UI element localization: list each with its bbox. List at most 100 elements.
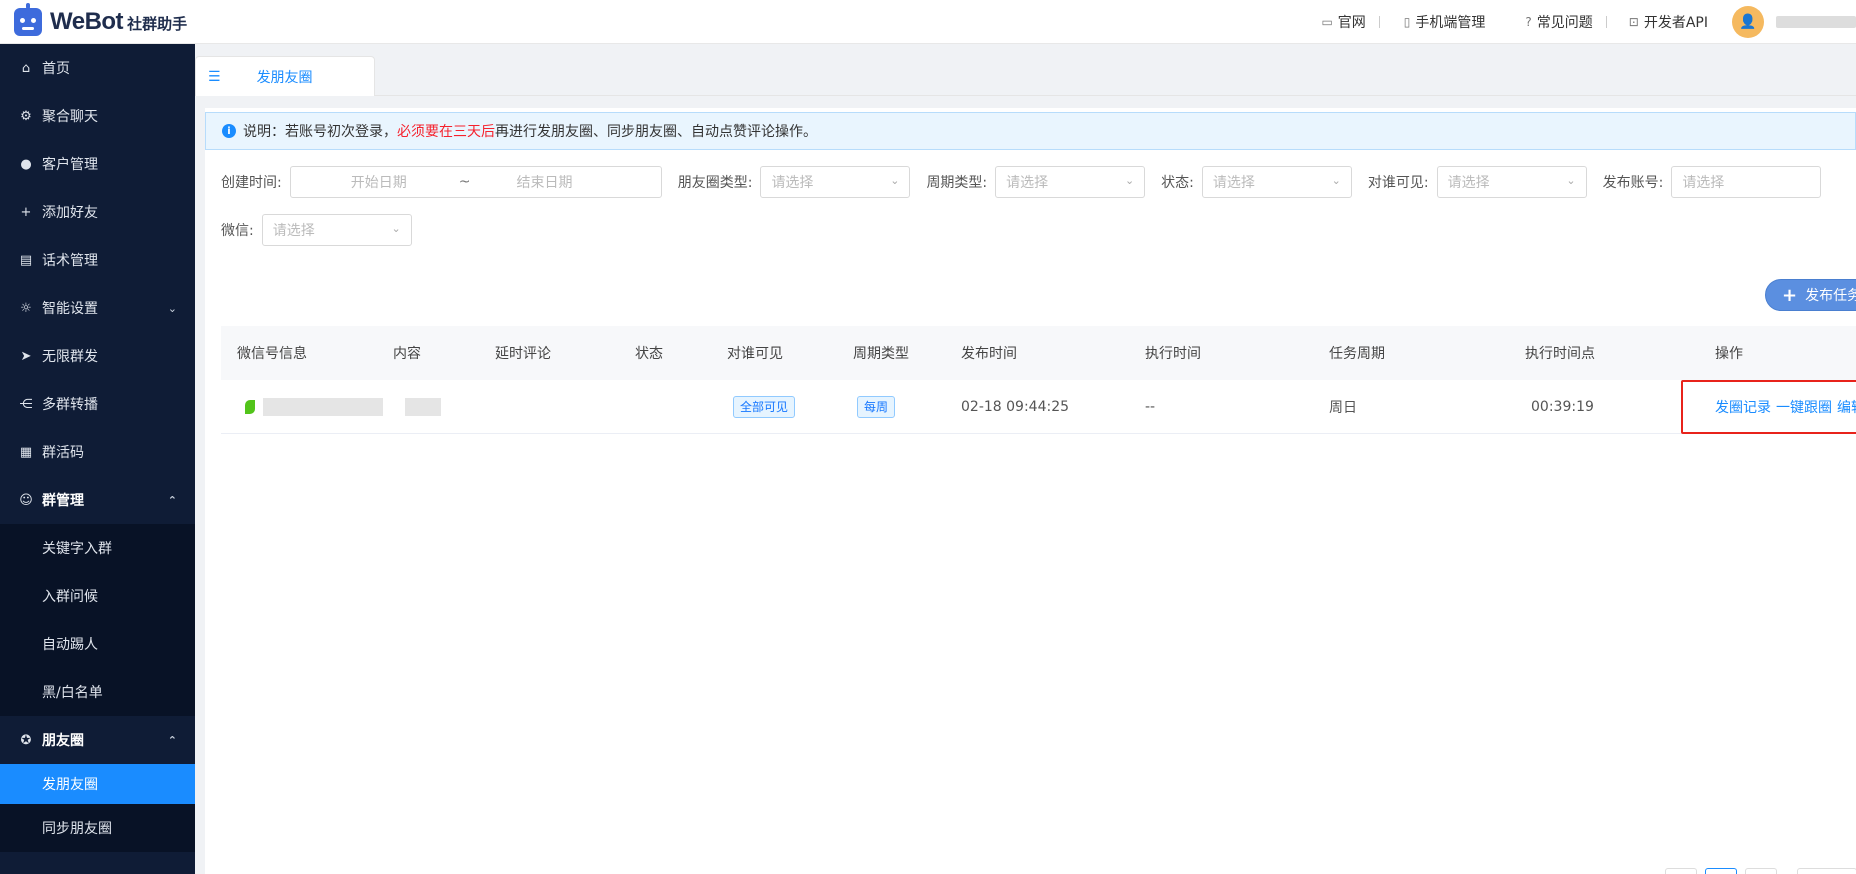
sidebar-item-label: 多群转播 [42,397,98,413]
sidebar-item-group-qrcode[interactable]: ▦ 群活码 [0,428,195,476]
user-avatar[interactable]: 👤 [1732,6,1764,38]
chevron-down-icon: ⌄ [391,222,401,235]
moments-task-table: 微信号信息 内容 延时评论 状态 对谁可见 周期类型 发布时间 执行时间 任务周… [221,326,1856,434]
range-separator: ~ [458,174,471,190]
pagination-prev-button[interactable] [1665,868,1697,874]
sidebar-subitem-sync-moments[interactable]: 同步朋友圈 [0,804,195,852]
end-date-input[interactable]: 结束日期 [516,172,572,192]
cycle-type-select[interactable]: 请选择 ⌄ [995,166,1146,198]
sidebar-subitem-blacklist[interactable]: 黑/白名单 [0,668,195,716]
help-icon: ? [1525,15,1532,29]
sidebar-item-label: 话术管理 [42,253,98,269]
publish-account-input[interactable]: 请选择 [1671,166,1822,198]
broadcast-icon: ⋲ [19,396,33,412]
moment-records-link[interactable]: 发圈记录 [1715,397,1771,417]
link-faq[interactable]: ? 常见问题 [1499,12,1608,32]
visible-to-select[interactable]: 请选择 ⌄ [1436,166,1587,198]
task-cycle-cell: 周日 [1329,399,1357,416]
sidebar-subitem-join-greeting[interactable]: 入群问候 [0,572,195,620]
chevron-down-icon: ⌄ [1124,174,1135,187]
sidebar-item-home[interactable]: ⌂ 首页 [0,44,195,92]
sidebar-item-smart-settings[interactable]: ☼ 智能设置 ⌄ [0,284,195,332]
sidebar-item-label: 首页 [42,61,70,77]
pagination-size-select[interactable] [1797,868,1856,874]
col-actions: 操作 [1715,346,1743,362]
moments-icon: ✪ [20,732,32,748]
home-icon: ⌂ [21,60,31,76]
status-select[interactable]: 请选择 ⌄ [1201,166,1352,198]
main-panel: i 说明：若账号初次登录， 必须要在三天后 再进行发朋友圈、同步朋友圈、自动点赞评论… [205,108,1856,874]
logo-subtitle: 社群助手 [127,15,188,33]
submenu-moments: 发朋友圈 同步朋友圈 [0,764,195,852]
sidebar-item-multi-broadcast[interactable]: ⋲ 多群转播 [0,380,195,428]
sidebar-item-customers[interactable]: ● 客户管理 [0,140,195,188]
chevron-down-icon: ⌄ [1331,174,1341,187]
select-placeholder: 请选择 [1212,175,1255,191]
publish-account-label: 发布账号: [1602,175,1664,191]
top-header: WeBot 社群助手 ▭ 官网 ▯ 手机端管理 ? 常见问题 ⊡ 开发者API … [0,0,1856,44]
link-label: 常见问题 [1536,15,1593,31]
filter-form: 创建时间: 开始日期 ~ 结束日期 朋友圈类型: 请选择 ⌄ 周期类型: 请选择… [221,166,1856,262]
menu-collapse-icon[interactable]: ☰ [208,69,221,85]
button-label: 发布任务 [1805,288,1856,304]
link-developer-api[interactable]: ⊡ 开发者API [1607,12,1722,32]
pagination-next-button[interactable] [1745,868,1777,874]
sidebar-item-scripts[interactable]: ▤ 话术管理 [0,236,195,284]
content-cell [393,397,495,416]
robot-logo-icon [14,2,42,36]
monitor-icon: ▭ [1321,15,1333,29]
created-date-range[interactable]: 开始日期 ~ 结束日期 [289,166,662,198]
cycle-type-cell: 每周 [853,395,961,418]
sidebar-item-label: 无限群发 [42,349,98,365]
link-mobile-manage[interactable]: ▯ 手机端管理 [1380,12,1500,32]
col-publish-time: 发布时间 [961,346,1017,362]
link-label: 手机端管理 [1415,15,1486,31]
tabs-bar: ☰ 发朋友圈 [195,44,1856,96]
one-click-follow-link[interactable]: 一键跟圈 [1776,397,1832,417]
info-icon: i [222,124,236,138]
visible-to-cell: 全部可见 [727,395,853,418]
col-status: 状态 [635,346,663,362]
link-label: 官网 [1337,15,1366,31]
wechat-icon [245,399,255,414]
publish-task-button[interactable]: + 发布任务 [1765,279,1856,311]
actions-cell: 发圈记录 一键跟圈 编辑 [1715,397,1856,417]
sidebar-item-aggregate-chat[interactable]: ⚙ 聚合聊天 [0,92,195,140]
tab-post-moments[interactable]: ☰ 发朋友圈 [195,56,375,96]
start-date-input[interactable]: 开始日期 [351,172,407,192]
col-cycle-type: 周期类型 [853,346,909,362]
col-content: 内容 [393,346,421,362]
select-placeholder: 请选择 [1006,175,1049,191]
chevron-down-icon: ⌄ [167,301,177,315]
sidebar-subitem-post-moments[interactable]: 发朋友圈 [0,764,195,804]
sidebar-item-label: 朋友圈 [42,733,84,749]
sidebar-subitem-auto-kick[interactable]: 自动踢人 [0,620,195,668]
visible-to-label: 对谁可见: [1367,175,1429,191]
moment-type-select[interactable]: 请选择 ⌄ [760,166,911,198]
link-official-site[interactable]: ▭ 官网 [1307,12,1381,32]
cycle-type-tag: 每周 [857,395,896,418]
username-redacted [1776,16,1856,28]
notice-highlight: 必须要在三天后 [397,124,495,140]
notice-banner: i 说明：若账号初次登录， 必须要在三天后 再进行发朋友圈、同步朋友圈、自动点赞评论… [205,112,1856,150]
chevron-down-icon: ⌄ [890,174,900,187]
sidebar-item-mass-send[interactable]: ➤ 无限群发 [0,332,195,380]
edit-link[interactable]: 编辑 [1837,397,1856,417]
sidebar-item-add-friend[interactable]: + 添加好友 [0,188,195,236]
notice-prefix: 说明：若账号初次登录， [243,124,397,140]
wechat-select[interactable]: 请选择 ⌄ [261,214,412,246]
sidebar-item-label: 群活码 [42,445,84,461]
sidebar: ⌂ 首页 ⚙ 聚合聊天 ● 客户管理 + 添加好友 ▤ 话术管理 ☼ 智能设置 … [0,44,195,874]
sidebar-item-moments[interactable]: ✪ 朋友圈 ⌃ [0,716,195,764]
app-logo[interactable]: WeBot 社群助手 [14,2,188,36]
phone-icon: ▯ [1403,15,1411,29]
document-icon: ▤ [19,252,33,268]
sidebar-item-group-manage[interactable]: ☺ 群管理 ⌃ [0,476,195,524]
sidebar-subitem-keyword-join[interactable]: 关键字入群 [0,524,195,572]
col-exec-point: 执行时间点 [1525,346,1595,362]
filter-row-1: 创建时间: 开始日期 ~ 结束日期 朋友圈类型: 请选择 ⌄ 周期类型: 请选择… [221,166,1856,198]
submenu-group-manage: 关键字入群 入群问候 自动踢人 黑/白名单 [0,524,195,716]
plus-icon: + [1782,284,1798,306]
pagination-page-button[interactable] [1705,868,1737,874]
wechat-info-redacted [263,397,384,416]
